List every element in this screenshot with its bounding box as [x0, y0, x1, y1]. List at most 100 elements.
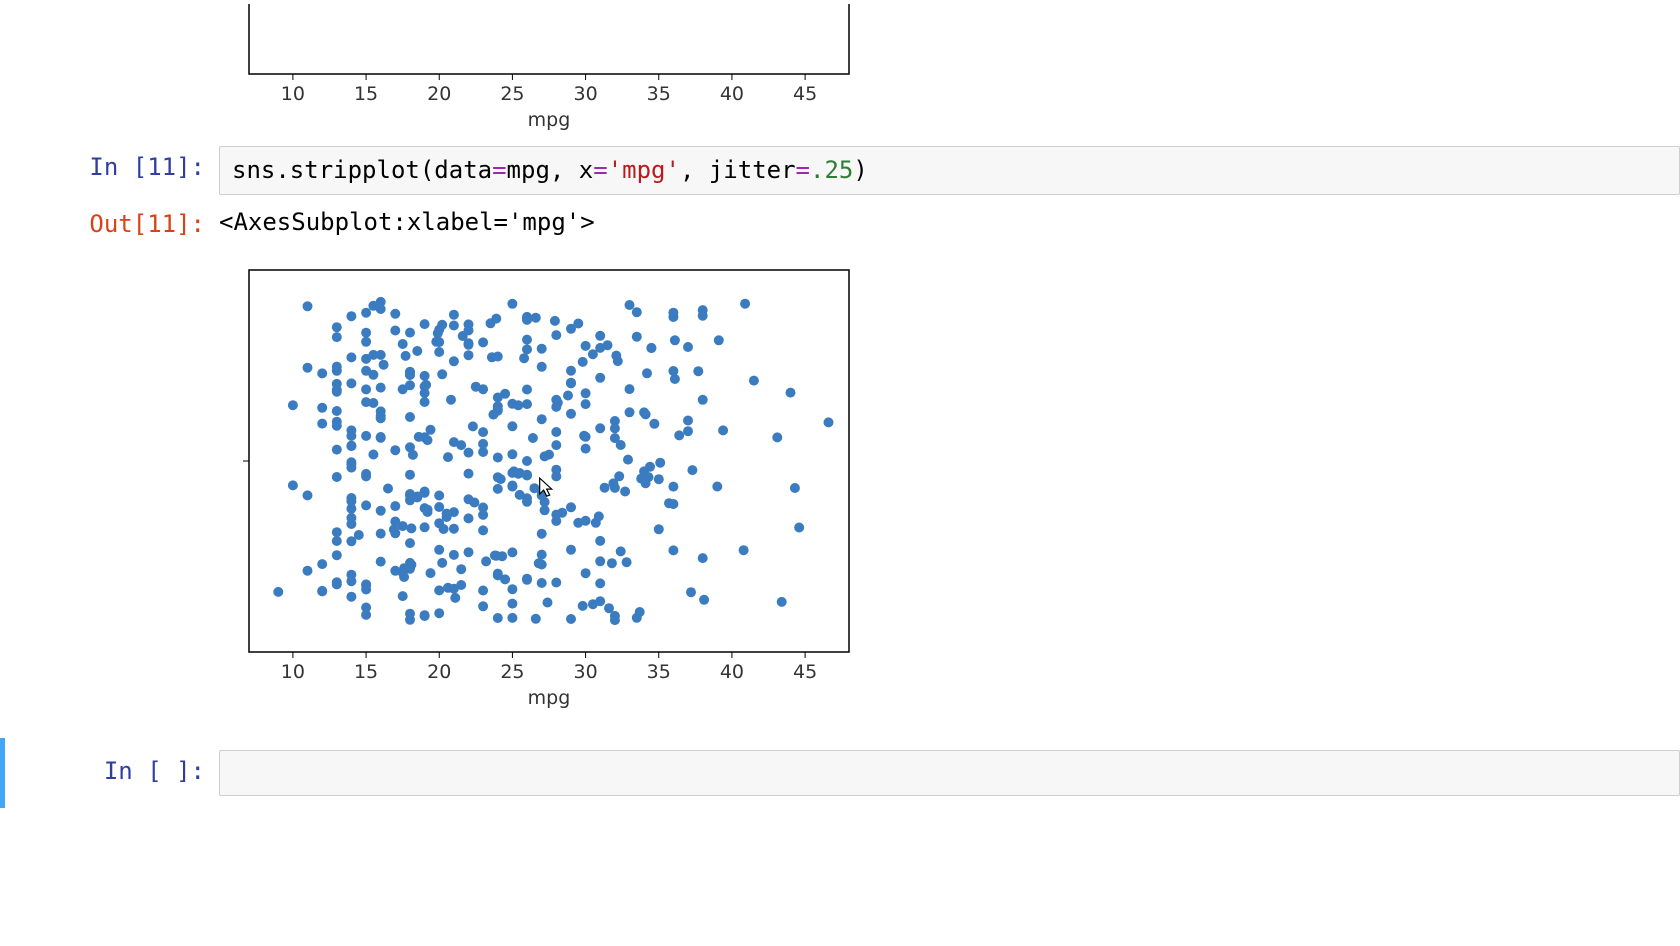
data-point: [632, 308, 642, 318]
x-tick-label: 20: [427, 661, 451, 683]
data-point: [361, 581, 371, 591]
data-point: [361, 501, 371, 511]
data-point: [346, 441, 356, 451]
data-point: [566, 378, 576, 388]
data-point: [610, 615, 620, 625]
data-point: [543, 598, 553, 608]
data-point: [420, 371, 430, 381]
data-point: [456, 565, 466, 575]
data-point: [456, 440, 466, 450]
prev-output-cell: 1015202530354045mpg: [0, 0, 1680, 142]
prev-x-tick-label: 15: [354, 83, 378, 105]
code-cell-11[interactable]: In [11]: sns.stripplot(data=mpg, x='mpg'…: [0, 142, 1680, 199]
data-point: [551, 330, 561, 340]
x-tick-label: 30: [573, 661, 597, 683]
prompt-empty-2: [5, 250, 219, 256]
data-point: [423, 507, 433, 517]
data-point: [522, 385, 532, 395]
data-point: [595, 536, 605, 546]
data-point: [346, 353, 356, 363]
in-prompt-11: In [11]:: [5, 146, 219, 183]
data-point: [550, 316, 560, 326]
data-point: [449, 321, 459, 331]
data-point: [655, 458, 665, 468]
data-point: [390, 309, 400, 319]
data-point: [361, 385, 371, 395]
figure-output-11: 1015202530354045mpg: [219, 250, 1680, 716]
data-point: [579, 431, 589, 441]
data-point: [346, 379, 356, 389]
data-point: [616, 547, 626, 557]
data-point: [777, 597, 787, 607]
data-point: [368, 398, 378, 408]
data-point: [423, 435, 433, 445]
data-point: [522, 335, 532, 345]
code-input-empty[interactable]: [219, 750, 1680, 796]
data-point: [566, 409, 576, 419]
data-point: [573, 518, 583, 528]
x-tick-label: 15: [354, 661, 378, 683]
prev-x-tick-label: 10: [281, 83, 305, 105]
code-input-11[interactable]: sns.stripplot(data=mpg, x='mpg', jitter=…: [219, 146, 1680, 195]
data-point: [515, 490, 525, 500]
data-point: [390, 566, 400, 576]
prev-x-axis-label: mpg: [528, 109, 571, 131]
data-point: [426, 425, 436, 435]
data-point: [389, 525, 399, 535]
data-point: [625, 408, 635, 418]
data-point: [581, 389, 591, 399]
data-point: [332, 536, 342, 546]
data-point: [332, 332, 342, 342]
data-point: [332, 323, 342, 333]
data-point: [434, 586, 444, 596]
data-point: [405, 615, 415, 625]
data-point: [399, 572, 409, 582]
data-point: [786, 388, 796, 398]
data-point: [434, 545, 444, 555]
data-point: [317, 559, 327, 569]
data-point: [383, 484, 393, 494]
data-point: [303, 491, 313, 501]
data-point: [437, 558, 447, 568]
x-tick-label: 35: [647, 661, 671, 683]
data-point: [412, 346, 422, 356]
data-point: [303, 566, 313, 576]
data-point: [288, 401, 298, 411]
data-point: [591, 518, 601, 528]
data-point: [588, 350, 598, 360]
data-point: [670, 336, 680, 346]
data-point: [693, 367, 703, 377]
data-point: [478, 602, 488, 612]
x-tick-label: 40: [720, 661, 744, 683]
data-point: [390, 501, 400, 511]
prompt-empty: [5, 4, 219, 10]
data-point: [522, 471, 532, 481]
data-point: [740, 299, 750, 309]
data-point: [406, 524, 416, 534]
data-point: [449, 310, 459, 320]
data-point: [390, 326, 400, 336]
data-point: [522, 399, 532, 409]
data-point: [449, 524, 459, 534]
data-point: [361, 469, 371, 479]
data-point: [437, 370, 447, 380]
data-point: [507, 585, 517, 595]
data-point: [595, 597, 605, 607]
data-point: [610, 416, 620, 426]
data-point: [683, 342, 693, 352]
data-point: [368, 350, 378, 360]
data-point: [513, 401, 523, 411]
data-point: [303, 363, 313, 373]
data-point: [739, 546, 749, 556]
data-point: [578, 601, 588, 611]
data-point: [426, 568, 436, 578]
data-point: [646, 343, 656, 353]
data-point: [273, 587, 283, 597]
out-prompt-11: Out[11]:: [5, 203, 219, 240]
data-point: [537, 362, 547, 372]
code-cell-empty[interactable]: In [ ]:: [0, 738, 1680, 808]
data-point: [528, 433, 538, 443]
data-point: [668, 499, 678, 509]
data-point: [600, 483, 610, 493]
data-point: [623, 455, 633, 465]
